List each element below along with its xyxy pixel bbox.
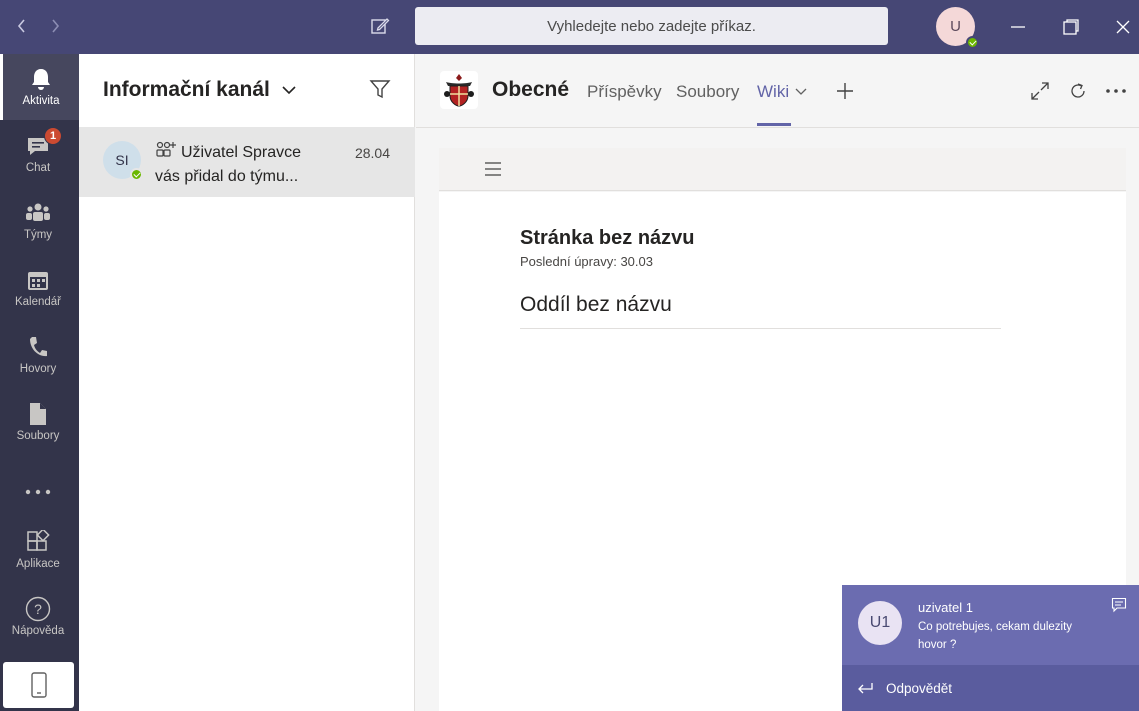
reload-button[interactable] xyxy=(1067,80,1089,102)
more-horizontal-icon xyxy=(1106,89,1126,93)
compose-icon xyxy=(371,18,390,34)
close-icon xyxy=(1116,20,1130,34)
reply-icon xyxy=(858,683,873,694)
avatar: SI xyxy=(103,141,143,181)
app-rail: Aktivita 1 Chat Týmy Kalendář Hovory Sou… xyxy=(0,54,79,711)
apps-icon xyxy=(27,530,50,551)
toast-sender: uzivatel 1 xyxy=(918,600,973,615)
rail-item-activity[interactable]: Aktivita xyxy=(0,54,79,120)
rail-item-teams[interactable]: Týmy xyxy=(0,188,76,254)
rail-item-files[interactable]: Soubory xyxy=(0,389,76,455)
file-icon xyxy=(30,403,46,425)
wiki-page-title[interactable]: Stránka bez názvu xyxy=(520,227,695,250)
calendar-icon xyxy=(28,272,48,290)
rail-item-label: Kalendář xyxy=(14,296,62,308)
activity-title: Informační kanál xyxy=(103,78,270,101)
add-tab-button[interactable] xyxy=(834,80,856,102)
chevron-left-icon xyxy=(17,19,25,33)
wiki-section-title[interactable]: Oddíl bez názvu xyxy=(520,293,672,317)
rail-item-label: Hovory xyxy=(19,363,57,375)
minimize-icon xyxy=(1011,26,1025,28)
rail-item-chat[interactable]: 1 Chat xyxy=(0,121,76,187)
rail-item-apps[interactable]: Aplikace xyxy=(0,517,76,583)
back-button[interactable] xyxy=(8,12,36,40)
chevron-right-icon xyxy=(52,19,60,33)
mobile-device-icon xyxy=(30,672,47,698)
wiki-toolbar xyxy=(439,148,1126,191)
search-input[interactable]: Vyhledejte nebo zadejte příkaz. xyxy=(415,7,888,45)
rail-item-label: Týmy xyxy=(23,229,53,241)
maximize-button[interactable] xyxy=(1056,12,1086,42)
search-placeholder: Vyhledejte nebo zadejte příkaz. xyxy=(547,17,756,35)
close-button[interactable] xyxy=(1108,12,1138,42)
help-icon: ? xyxy=(25,596,51,622)
coat-of-arms-icon xyxy=(444,74,474,107)
channel-name: Obecné xyxy=(492,78,570,101)
new-chat-button[interactable] xyxy=(366,12,394,40)
unread-badge: 1 xyxy=(44,127,62,145)
minimize-button[interactable] xyxy=(1003,12,1033,42)
tab-files[interactable]: Soubory xyxy=(676,82,739,102)
phone-icon xyxy=(30,337,47,357)
feed-item[interactable]: SI Uživatel Spravce vás přidal do týmu..… xyxy=(79,127,415,197)
presence-available-icon xyxy=(966,36,979,49)
rail-item-label: Nápověda xyxy=(11,625,65,637)
filter-button[interactable] xyxy=(369,78,393,102)
restore-icon xyxy=(1063,19,1079,35)
wiki-menu-button[interactable] xyxy=(483,161,503,179)
title-bar: Vyhledejte nebo zadejte příkaz. U xyxy=(0,0,1139,54)
filter-icon xyxy=(369,80,391,99)
rail-item-calls[interactable]: Hovory xyxy=(0,322,76,388)
rail-item-label: Aktivita xyxy=(22,95,60,107)
refresh-icon xyxy=(1071,83,1085,98)
rail-item-label: Aplikace xyxy=(16,558,60,570)
team-logo[interactable] xyxy=(440,71,478,109)
channel-header: Obecné Příspěvky Soubory Wiki xyxy=(416,54,1139,128)
toast-avatar-initials: U1 xyxy=(869,614,891,631)
chevron-down-icon xyxy=(282,86,296,95)
wiki-last-edit: Poslední úpravy: 30.03 xyxy=(520,254,653,269)
feed-selector[interactable]: Informační kanál xyxy=(103,78,296,102)
message-toast[interactable]: U1 uzivatel 1 Co potrebujes, cekam dulez… xyxy=(842,585,1139,711)
more-horizontal-icon xyxy=(25,489,51,495)
tab-wiki-label: Wiki xyxy=(757,82,790,101)
bell-icon xyxy=(32,69,50,90)
divider xyxy=(520,328,1001,329)
expand-button[interactable] xyxy=(1029,80,1051,102)
more-options-button[interactable] xyxy=(1105,80,1127,102)
feed-item-text: Uživatel Spravce vás přidal do týmu... xyxy=(155,141,325,189)
avatar: U1 xyxy=(858,601,902,645)
active-tab-indicator xyxy=(757,123,791,126)
rail-item-calendar[interactable]: Kalendář xyxy=(0,255,76,321)
user-avatar[interactable]: U xyxy=(936,7,979,49)
toast-message: Co potrebujes, cekam dulezity hovor ? xyxy=(918,621,1073,651)
rail-item-help[interactable]: ? Nápověda xyxy=(0,584,76,650)
forward-button[interactable] xyxy=(41,12,69,40)
plus-icon xyxy=(837,83,853,99)
tab-wiki[interactable]: Wiki xyxy=(757,82,807,102)
rail-item-label: Soubory xyxy=(16,430,60,442)
toast-body[interactable]: U1 uzivatel 1 Co potrebujes, cekam dulez… xyxy=(842,585,1139,665)
add-member-icon xyxy=(156,141,176,157)
expand-icon xyxy=(1031,82,1049,100)
more-apps-button[interactable] xyxy=(0,467,76,517)
reply-button[interactable]: Odpovědět xyxy=(842,665,1139,711)
tab-posts[interactable]: Příspěvky xyxy=(587,82,662,102)
presence-available-icon xyxy=(130,168,143,181)
activity-panel: Informační kanál SI Uživatel Spravce vás… xyxy=(79,54,415,711)
hamburger-icon xyxy=(485,162,501,176)
avatar-initials: SI xyxy=(115,152,129,168)
chevron-down-icon xyxy=(795,88,807,95)
teams-icon xyxy=(26,203,50,221)
chat-icon xyxy=(1111,597,1127,613)
svg-text:?: ? xyxy=(34,601,42,617)
device-button[interactable] xyxy=(3,662,74,708)
user-initial: U xyxy=(950,18,961,35)
reply-label: Odpovědět xyxy=(886,680,953,696)
feed-item-date: 28.04 xyxy=(354,145,390,161)
rail-item-label: Chat xyxy=(25,162,51,174)
